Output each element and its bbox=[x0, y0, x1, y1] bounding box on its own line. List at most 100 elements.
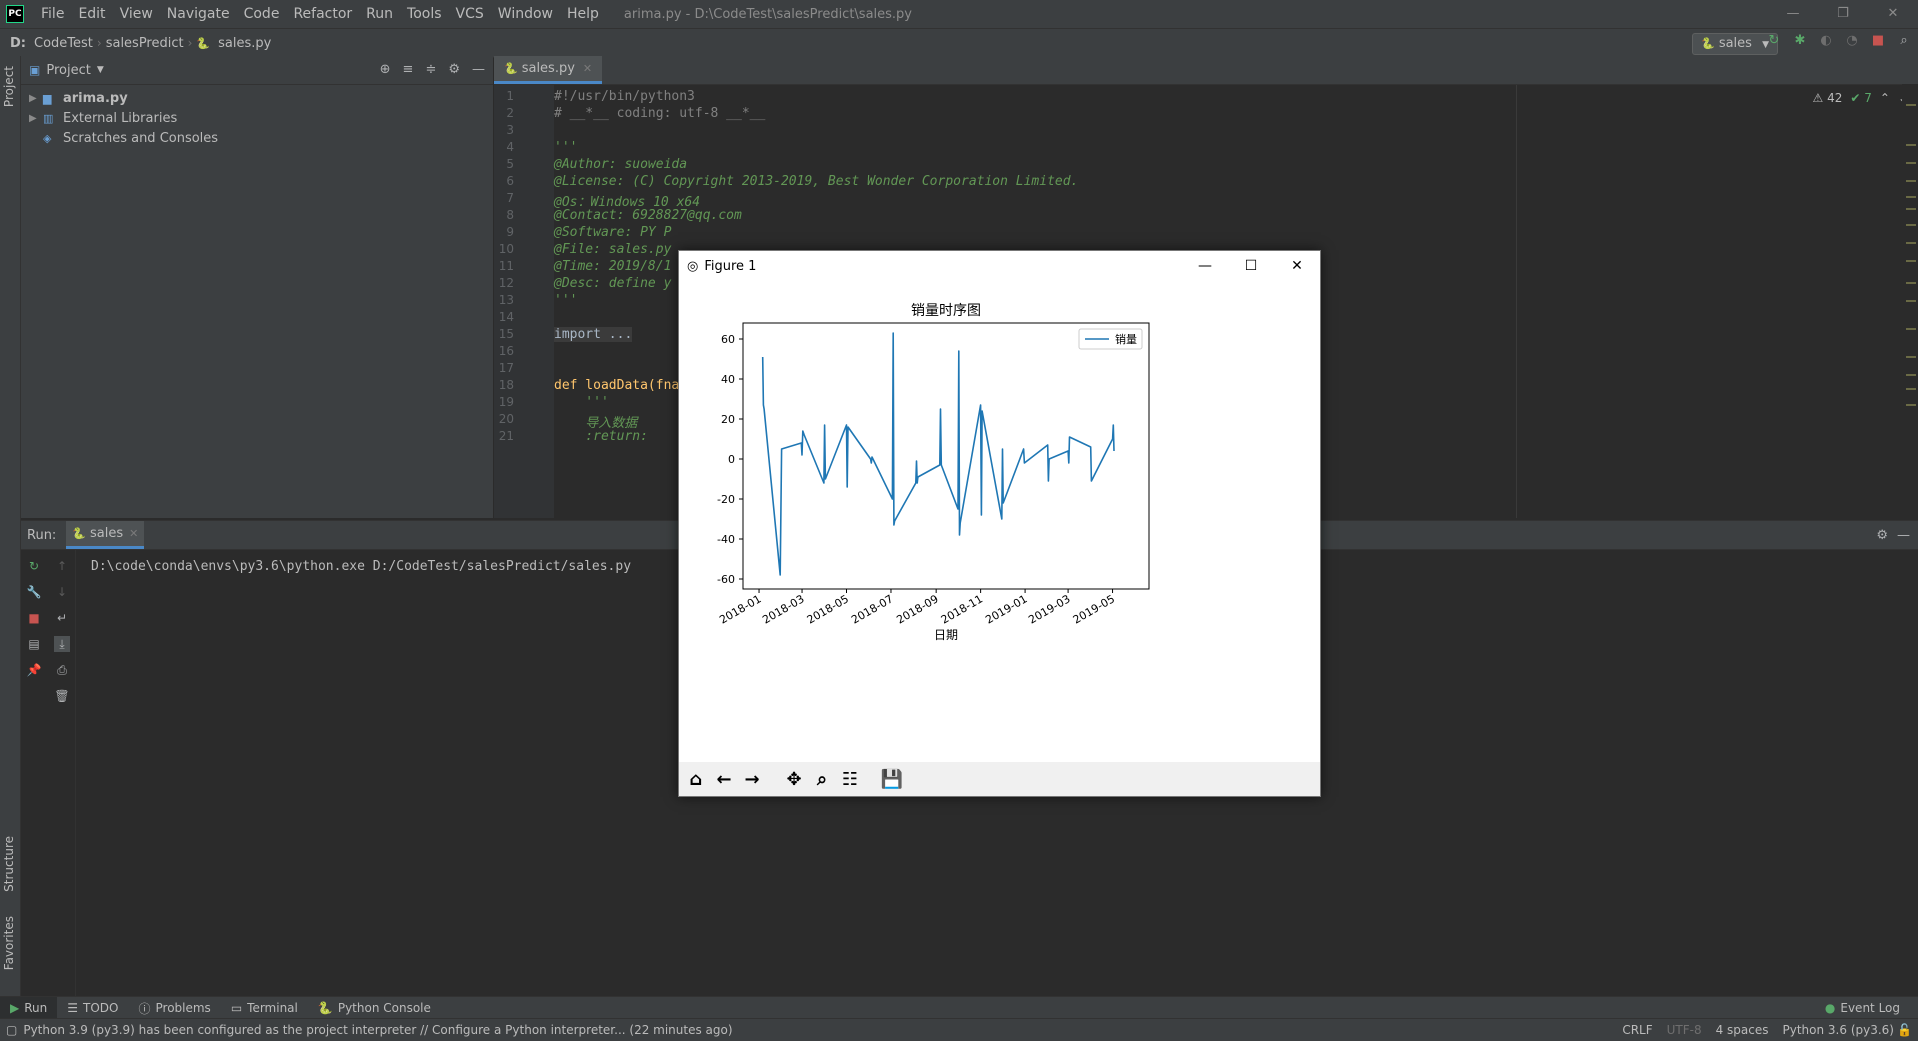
code-line[interactable]: import ... bbox=[554, 327, 633, 342]
code-line[interactable]: @File: sales.py bbox=[554, 242, 671, 257]
arrow-up-icon[interactable]: ↑ bbox=[54, 558, 70, 574]
breadcrumb-file[interactable]: sales.py bbox=[214, 36, 275, 51]
scroll-marker[interactable] bbox=[1906, 196, 1916, 198]
figure-close-button[interactable]: ✕ bbox=[1274, 251, 1320, 281]
figure-maximize-button[interactable]: ☐ bbox=[1228, 251, 1274, 281]
tool-terminal[interactable]: ▭ Terminal bbox=[221, 1001, 308, 1015]
wrench-icon[interactable]: 🔧 bbox=[26, 584, 42, 600]
close-tab-icon[interactable]: ✕ bbox=[129, 520, 138, 548]
menu-refactor[interactable]: Refactor bbox=[286, 6, 359, 22]
stop-icon[interactable]: ■ bbox=[1870, 33, 1886, 49]
locate-icon[interactable]: ⊕ bbox=[380, 62, 391, 77]
menu-tools[interactable]: Tools bbox=[400, 6, 449, 22]
hide-icon[interactable]: — bbox=[472, 62, 485, 77]
code-line[interactable]: @Time: 2019/8/1 bbox=[554, 259, 671, 274]
menu-view[interactable]: View bbox=[113, 6, 160, 22]
debug-icon[interactable]: ✱ bbox=[1792, 33, 1808, 49]
scroll-marker[interactable] bbox=[1906, 404, 1916, 406]
home-icon[interactable]: ⌂ bbox=[683, 766, 709, 792]
save-icon[interactable]: 💾 bbox=[879, 766, 905, 792]
scroll-marker[interactable] bbox=[1906, 104, 1916, 106]
code-line[interactable]: #!/usr/bin/python3 bbox=[554, 89, 695, 104]
code-line[interactable]: ''' bbox=[554, 293, 577, 308]
trash-icon[interactable]: 🗑 bbox=[54, 688, 70, 704]
lock-icon[interactable]: 🔓 bbox=[1897, 1023, 1912, 1037]
menu-code[interactable]: Code bbox=[237, 6, 287, 22]
code-line[interactable]: @Author: suoweida bbox=[554, 157, 687, 172]
stop-icon[interactable]: ■ bbox=[26, 610, 42, 626]
scroll-marker[interactable] bbox=[1906, 224, 1916, 226]
chevron-right-icon[interactable]: ▶ bbox=[29, 89, 43, 109]
menu-window[interactable]: Window bbox=[491, 6, 560, 22]
inspection-widget[interactable]: ⚠ 42 ✔ 7 ⌃ ⌄ bbox=[1813, 91, 1908, 105]
scroll-marker[interactable] bbox=[1906, 300, 1916, 302]
forward-icon[interactable]: → bbox=[739, 766, 765, 792]
back-icon[interactable]: ← bbox=[711, 766, 737, 792]
code-line[interactable]: ''' bbox=[554, 140, 577, 155]
interpreter-setting[interactable]: Python 3.6 (py3.6) bbox=[1783, 1023, 1894, 1037]
chevron-right-icon[interactable]: ▶ bbox=[29, 109, 43, 129]
project-view-label[interactable]: Project bbox=[46, 63, 90, 78]
pin-icon[interactable]: 📌 bbox=[26, 662, 42, 678]
file-encoding[interactable]: UTF-8 bbox=[1667, 1023, 1702, 1037]
tool-todo[interactable]: ☰ TODO bbox=[57, 1001, 128, 1015]
code-line[interactable]: def loadData(fna bbox=[554, 378, 679, 393]
coverage-icon[interactable]: ◐ bbox=[1818, 33, 1834, 49]
pan-icon[interactable]: ✥ bbox=[781, 766, 807, 792]
scroll-to-end-icon[interactable]: ⤓ bbox=[54, 636, 70, 652]
menu-run[interactable]: Run bbox=[359, 6, 400, 22]
tool-python-console[interactable]: 🐍 Python Console bbox=[308, 1001, 441, 1015]
menu-vcs[interactable]: VCS bbox=[449, 6, 491, 22]
scroll-marker[interactable] bbox=[1906, 282, 1916, 284]
indent-setting[interactable]: 4 spaces bbox=[1716, 1023, 1769, 1037]
chart-canvas[interactable]: 销量时序图-60-40-2002040602018-012018-032018-… bbox=[679, 281, 1320, 762]
menu-help[interactable]: Help bbox=[560, 6, 606, 22]
structure-side-tab[interactable]: Structure bbox=[2, 836, 16, 892]
code-line[interactable]: @Software: PY P bbox=[554, 225, 671, 240]
tool-run[interactable]: ▶ Run bbox=[0, 997, 58, 1019]
layout-icon[interactable]: ▤ bbox=[26, 636, 42, 652]
code-line[interactable]: :return: bbox=[554, 429, 648, 444]
tree-item-scratches[interactable]: ◈ Scratches and Consoles bbox=[21, 129, 493, 149]
soft-wrap-icon[interactable]: ↵ bbox=[54, 610, 70, 626]
status-message[interactable]: Python 3.9 (py3.9) has been configured a… bbox=[23, 1023, 732, 1037]
profile-icon[interactable]: ◔ bbox=[1844, 33, 1860, 49]
menu-file[interactable]: File bbox=[34, 6, 71, 22]
code-line[interactable]: @License: (C) Copyright 2013-2019, Best … bbox=[554, 174, 1078, 189]
event-log-button[interactable]: ● Event Log bbox=[1815, 1001, 1910, 1015]
code-line[interactable]: @Contact: 6928827@qq.com bbox=[554, 208, 742, 223]
tab-run-sales[interactable]: 🐍 sales ✕ bbox=[66, 520, 145, 549]
print-icon[interactable]: ⎙ bbox=[54, 662, 70, 678]
restore-button[interactable]: ❐ bbox=[1818, 0, 1868, 28]
menu-edit[interactable]: Edit bbox=[71, 6, 112, 22]
menu-navigate[interactable]: Navigate bbox=[160, 6, 237, 22]
tree-item-external-libraries[interactable]: ▶ ▥ External Libraries bbox=[21, 109, 493, 129]
search-icon[interactable]: ⌕ bbox=[1896, 33, 1912, 49]
code-line[interactable]: @Desc: define y bbox=[554, 276, 671, 291]
close-tab-icon[interactable]: ✕ bbox=[583, 55, 592, 83]
scroll-marker[interactable] bbox=[1906, 260, 1916, 262]
scroll-marker[interactable] bbox=[1906, 180, 1916, 182]
dropdown-arrow-icon[interactable]: ▼ bbox=[97, 65, 104, 75]
minimize-button[interactable]: — bbox=[1768, 0, 1818, 28]
tool-problems[interactable]: ⓘ Problems bbox=[128, 1000, 220, 1017]
zoom-icon[interactable]: ⌕ bbox=[809, 766, 835, 792]
editor-scroll-markers[interactable] bbox=[1902, 84, 1918, 514]
project-side-tab[interactable]: Project bbox=[2, 66, 16, 107]
scroll-marker[interactable] bbox=[1906, 388, 1916, 390]
rerun-icon[interactable]: ↻ bbox=[26, 558, 42, 574]
favorites-side-tab[interactable]: Favorites bbox=[2, 916, 16, 970]
expand-all-icon[interactable]: ≡ bbox=[403, 62, 414, 77]
scroll-marker[interactable] bbox=[1906, 328, 1916, 330]
gear-icon[interactable]: ⚙ bbox=[448, 62, 460, 77]
arrow-down-icon[interactable]: ↓ bbox=[54, 584, 70, 600]
breadcrumb-drive[interactable]: D: bbox=[0, 36, 30, 51]
console-output[interactable]: D:\code\conda\envs\py3.6\python.exe D:/C… bbox=[91, 559, 631, 574]
collapse-all-icon[interactable]: ≑ bbox=[425, 62, 436, 77]
scroll-marker[interactable] bbox=[1906, 208, 1916, 210]
breadcrumb-salespredict[interactable]: salesPredict bbox=[102, 36, 188, 51]
tab-sales-py[interactable]: 🐍 sales.py ✕ bbox=[494, 55, 603, 84]
breadcrumb-codetest[interactable]: CodeTest bbox=[30, 36, 97, 51]
code-line[interactable]: # __*__ coding: utf-8 __*__ bbox=[554, 106, 765, 121]
figure-minimize-button[interactable]: — bbox=[1182, 251, 1228, 281]
